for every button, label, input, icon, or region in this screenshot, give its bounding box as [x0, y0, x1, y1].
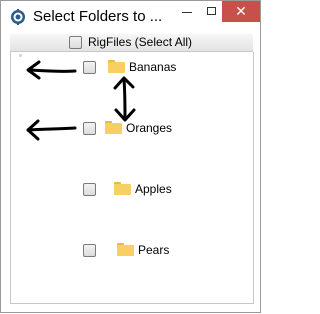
arrow-left-annotation [26, 119, 77, 141]
arrow-left-annotation [26, 60, 77, 80]
annotation-overlay [26, 60, 136, 141]
double-arrow-annotation [113, 76, 136, 122]
dialog-window: Select Folders to ... ✕ RigFiles (Select… [0, 0, 261, 313]
